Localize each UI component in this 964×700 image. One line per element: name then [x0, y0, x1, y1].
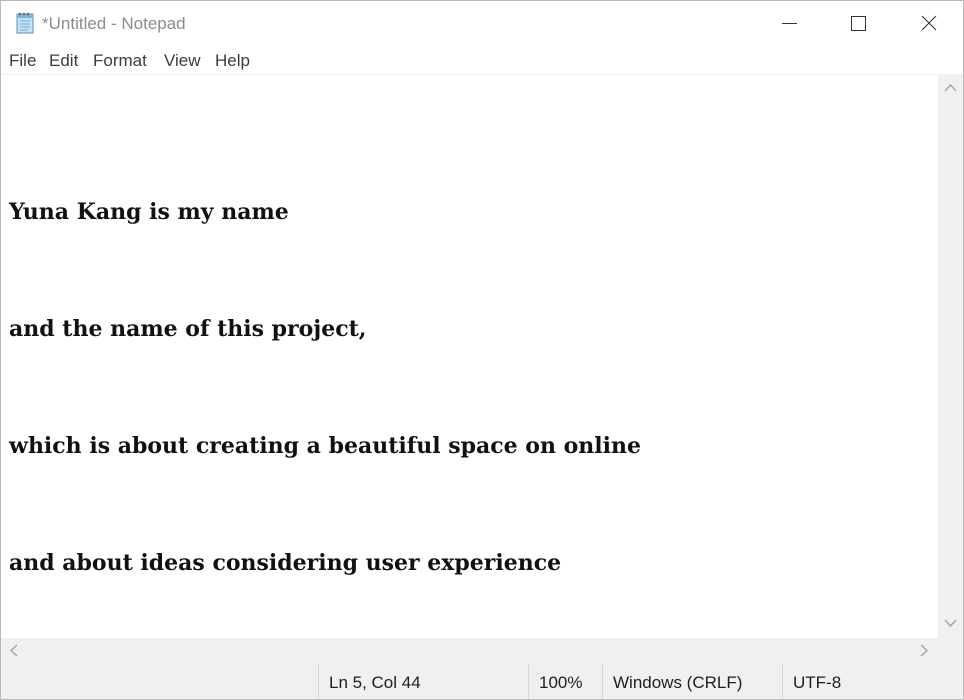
menu-bar: File Edit Format View Help	[1, 46, 963, 74]
notepad-icon	[16, 12, 34, 34]
encoding-text: UTF-8	[793, 673, 842, 692]
status-cursor-position: Ln 5, Col 44	[318, 663, 529, 699]
zoom-text: 100%	[539, 673, 583, 692]
menu-format[interactable]: Format	[93, 51, 147, 71]
menu-file[interactable]: File	[9, 51, 36, 71]
status-bar: Ln 5, Col 44 100% Windows (CRLF) UTF-8	[1, 663, 963, 699]
close-icon	[921, 15, 937, 31]
scroll-down-arrow-icon[interactable]	[944, 618, 957, 628]
editor-line: which is about creating a beautiful spac…	[9, 433, 641, 459]
window-title: *Untitled - Notepad	[42, 14, 186, 33]
menu-help[interactable]: Help	[215, 51, 250, 71]
editor-content[interactable]: Yuna Kang is my name and the name of thi…	[9, 115, 641, 638]
status-encoding: UTF-8	[782, 663, 964, 699]
maximize-icon	[851, 16, 866, 31]
status-zoom: 100%	[528, 663, 603, 699]
cursor-position-text: Ln 5, Col 44	[329, 673, 421, 692]
menu-view[interactable]: View	[164, 51, 201, 71]
editor-line: and the name of this project,	[9, 316, 367, 342]
scroll-left-arrow-icon[interactable]	[9, 644, 19, 657]
scrollbar-corner	[938, 638, 963, 663]
minimize-button[interactable]	[753, 1, 823, 46]
editor-line: Yuna Kang is my name	[9, 199, 289, 225]
minimize-icon	[782, 23, 797, 24]
vertical-scrollbar[interactable]	[938, 75, 963, 638]
editor-line: and about ideas considering user experie…	[9, 550, 562, 576]
scroll-right-arrow-icon[interactable]	[919, 644, 929, 657]
title-bar[interactable]: *Untitled - Notepad	[1, 1, 963, 46]
notepad-window: *Untitled - Notepad File Edit Format Vie…	[0, 0, 964, 700]
text-editor[interactable]: Yuna Kang is my name and the name of thi…	[1, 75, 938, 638]
close-button[interactable]	[893, 1, 963, 46]
horizontal-scrollbar[interactable]	[1, 638, 938, 663]
scroll-up-arrow-icon[interactable]	[944, 83, 957, 93]
maximize-button[interactable]	[823, 1, 893, 46]
status-line-ending: Windows (CRLF)	[602, 663, 783, 699]
menu-edit[interactable]: Edit	[49, 51, 78, 71]
line-ending-text: Windows (CRLF)	[613, 673, 743, 692]
